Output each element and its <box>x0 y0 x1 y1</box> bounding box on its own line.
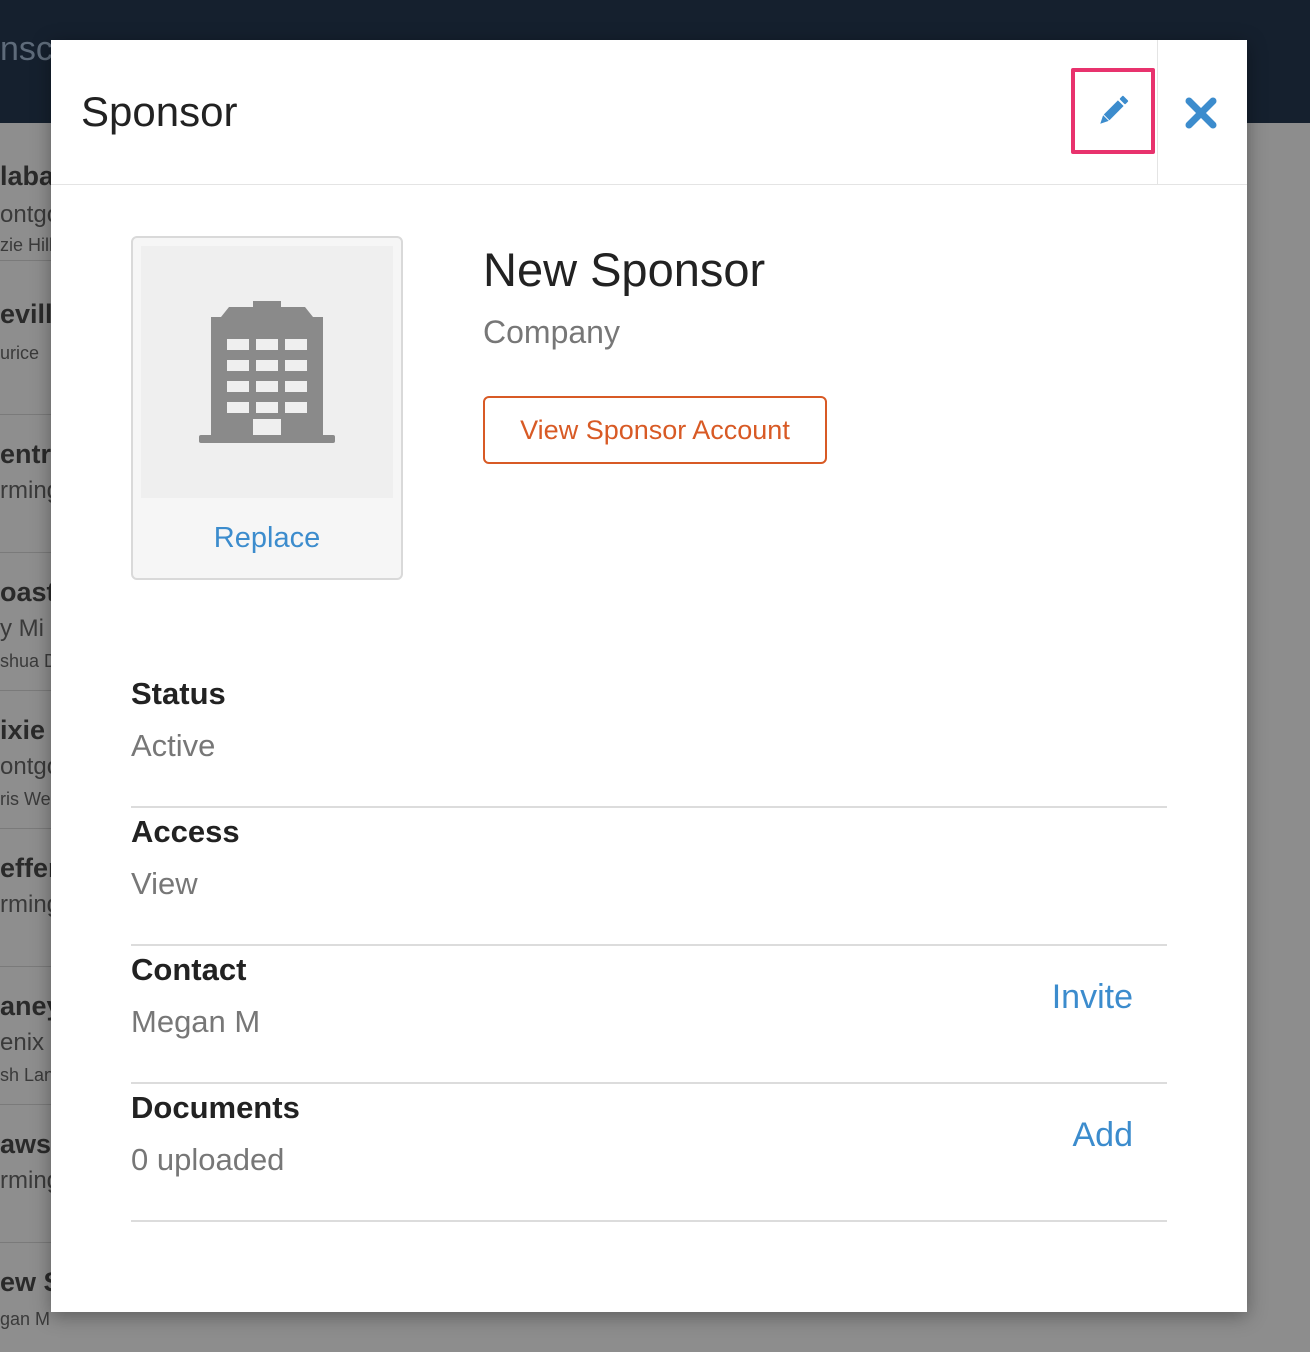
detail-value: Active <box>131 728 216 763</box>
close-button[interactable] <box>1178 90 1224 136</box>
list-item-detail: ris We <box>0 789 51 809</box>
add-document-link[interactable]: Add <box>1073 1116 1134 1155</box>
detail-label: Documents <box>131 1090 300 1125</box>
list-item-subtitle: y Mi <box>0 615 44 642</box>
sponsor-logo <box>141 246 393 498</box>
list-item-title: entr <box>0 439 52 469</box>
pencil-icon <box>1100 95 1129 124</box>
replace-logo-link[interactable]: Replace <box>133 522 401 555</box>
sponsor-modal: Sponsor Replace New Sponsor Company View… <box>51 40 1247 1312</box>
modal-header: Sponsor <box>51 40 1247 185</box>
list-item-title: ixie <box>0 715 46 745</box>
list-item-subtitle: enix <box>0 1029 45 1056</box>
list-item-subtitle: urice <box>0 343 40 363</box>
sponsor-logo-card: Replace <box>131 236 403 580</box>
list-item-detail: shua D <box>0 651 58 671</box>
detail-row-documents: Documents 0 uploaded Add <box>131 1084 1167 1222</box>
list-item-title: laba <box>0 161 55 191</box>
detail-value: 0 uploaded <box>131 1142 285 1177</box>
list-item-title: oast <box>0 577 56 607</box>
list-item-detail: zie Hill <box>0 235 54 255</box>
detail-row-status: Status Active <box>131 670 1167 808</box>
background-overlay-right <box>1247 123 1310 1352</box>
list-item-subtitle: gan M <box>0 1309 51 1329</box>
detail-value: Megan M <box>131 1004 261 1039</box>
list-item-title: effer <box>0 853 59 883</box>
sponsor-name: New Sponsor <box>483 243 766 296</box>
close-icon <box>1185 97 1217 129</box>
invite-link[interactable]: Invite <box>1052 978 1133 1017</box>
header-divider <box>1157 40 1158 185</box>
list-item-detail: sh Lan <box>0 1065 55 1085</box>
sponsor-type: Company <box>483 314 620 350</box>
detail-label: Access <box>131 814 240 849</box>
detail-label: Status <box>131 676 226 711</box>
detail-value: View <box>131 866 198 901</box>
modal-title: Sponsor <box>81 88 238 135</box>
edit-button[interactable] <box>1071 68 1155 154</box>
view-sponsor-account-button[interactable]: View Sponsor Account <box>483 396 827 464</box>
detail-label: Contact <box>131 952 247 987</box>
detail-row-access: Access View <box>131 808 1167 946</box>
list-item-title: evill <box>0 299 53 329</box>
detail-row-contact: Contact Megan M Invite <box>131 946 1167 1084</box>
building-icon <box>199 301 335 443</box>
